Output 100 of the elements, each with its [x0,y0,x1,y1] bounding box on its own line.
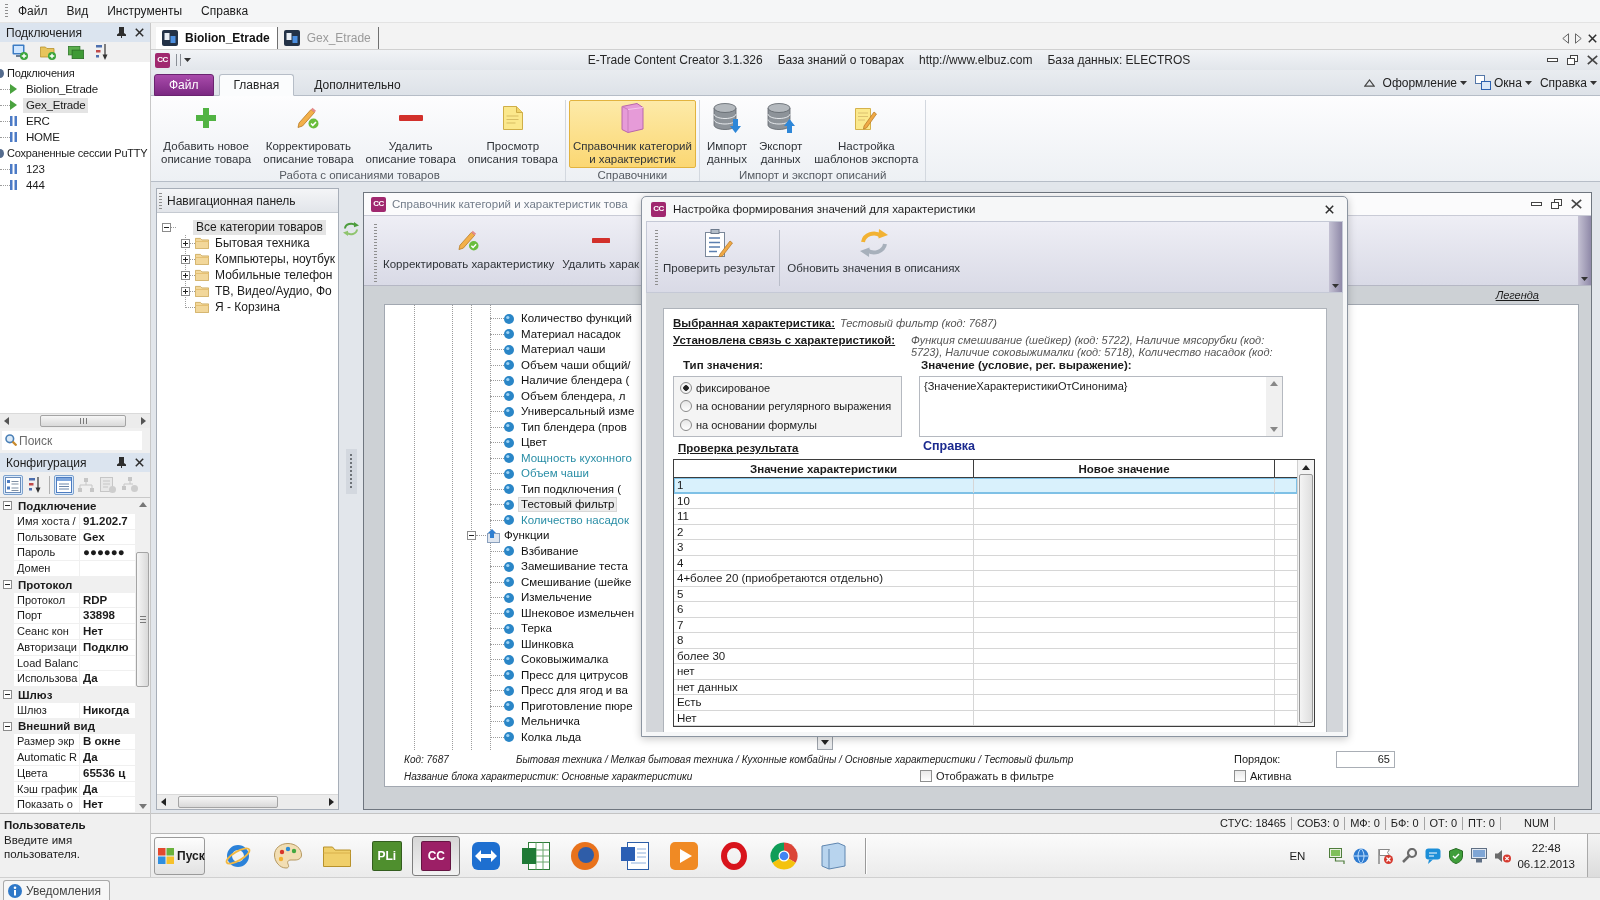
ribbon-button[interactable]: Настройка шаблонов экспорта [810,100,923,168]
refresh-icon[interactable] [343,222,359,236]
property-value[interactable]: 33898 [80,608,135,624]
tree-item[interactable]: Наличие блендера ( [518,373,633,389]
stacked-windows-icon[interactable] [68,45,84,59]
search-field[interactable]: Поиск [2,431,142,450]
scrollbar-thumb[interactable] [136,552,149,687]
tree-item[interactable]: Количество насадок [518,512,632,528]
table-row[interactable]: 3 [674,540,1297,556]
property-value[interactable]: RDP [80,592,135,608]
toolbar-button[interactable] [54,474,74,495]
scroll-right-icon[interactable] [329,798,334,806]
expand-icon[interactable] [181,238,190,248]
ribbon-button[interactable]: Корректировать описание товара [259,100,358,168]
checkbox[interactable] [920,770,932,782]
grip-handle[interactable] [159,192,162,209]
collapse-icon[interactable] [3,501,12,511]
tree-item[interactable]: Я - Корзина [212,299,284,315]
collapse-icon[interactable] [3,580,12,590]
collapse-icon[interactable] [467,531,476,541]
monitor-plus-icon[interactable] [12,44,28,60]
ribbon-button[interactable]: Экспорт данных [755,100,807,168]
table-row[interactable]: нет [674,664,1297,680]
tree-item[interactable]: Пресс для ягод и ва [518,683,631,699]
tree-item[interactable]: Материал чаши [518,342,609,358]
splitter-grip[interactable] [345,449,357,494]
tree-item[interactable]: Пресс для цитрусов [518,667,632,683]
property-value[interactable]: Нет [80,624,135,639]
scroll-up-icon[interactable] [1302,465,1310,470]
property-value[interactable]: Нет [80,797,135,813]
ribbon-button[interactable]: Справочник категорий и характеристик [568,100,696,168]
column-header[interactable]: Новое значение [974,460,1275,477]
tree-item[interactable]: Biolion_Etrade [23,81,101,97]
radio-button[interactable] [680,400,692,413]
folder-plus-icon[interactable] [40,44,56,60]
menu-item[interactable]: Инструменты [98,1,192,21]
scroll-left-icon[interactable] [4,417,9,425]
property-value[interactable]: ●●●●●● [80,545,135,561]
caret-icon[interactable] [1581,277,1588,281]
tree-item[interactable]: Компьютеры, ноутбук [212,251,338,267]
notifications-tab[interactable]: Уведомления [3,880,111,900]
scrollbar-thumb[interactable] [40,415,126,427]
ribbon-button[interactable]: Добавить новое описание товара [157,100,256,168]
tree-item[interactable]: Колка льда [518,729,585,745]
property-value[interactable]: В окне [80,734,135,750]
toolbar-button[interactable]: Корректировать характеристику [383,216,555,270]
minimize-icon[interactable] [1547,58,1558,62]
tree-item[interactable]: Материал насадок [518,326,624,342]
table-row[interactable]: 8 [674,633,1297,649]
scrollbar-thumb[interactable] [1299,474,1313,723]
vertical-scrollbar[interactable] [1297,460,1314,726]
collapse-icon[interactable] [3,690,12,700]
triangle-right-icon[interactable] [1575,32,1582,44]
caret-icon[interactable] [184,58,191,62]
horizontal-scrollbar[interactable] [157,794,338,809]
chat-icon[interactable] [1425,847,1442,864]
dropdown-menu[interactable]: Оформление [1382,75,1468,90]
property-value[interactable]: Никогда [80,702,135,718]
close-icon[interactable] [1587,55,1598,65]
tree-item[interactable]: Тип подключения ( [518,481,625,497]
close-icon[interactable] [135,28,144,37]
tree-item[interactable]: ERC [23,113,53,129]
expand-icon[interactable] [181,286,190,296]
toolbar-button[interactable]: Проверить результат [663,222,776,274]
table-row[interactable]: Есть [674,695,1297,711]
tree-item[interactable]: Мощность кухонного [518,450,635,466]
scroll-down-icon[interactable] [1270,427,1278,432]
collapse-icon[interactable] [3,721,12,731]
menu-item[interactable]: Файл [9,1,57,21]
property-value[interactable]: Подклю [80,639,135,655]
tree-item[interactable]: Шнековое измельчен [518,605,638,621]
speaker-muted-icon[interactable] [1495,848,1512,863]
collapse-icon[interactable] [162,222,171,232]
tree-item[interactable]: Количество функций [518,311,635,327]
tree-item[interactable]: Взбивание [518,543,582,559]
tree-group-label[interactable]: Функции [501,528,553,544]
tree-item[interactable]: 123 [23,161,48,177]
toolbar-button[interactable] [3,474,23,495]
tree-item[interactable]: Универсальный изме [518,404,638,420]
minimize-icon[interactable] [1531,202,1542,206]
tree-item[interactable]: Объем чаши общий/ [518,357,634,373]
tree-item[interactable]: Мельничка [518,714,583,730]
monitor-icon[interactable] [1471,848,1488,863]
close-icon[interactable] [1588,33,1597,43]
dropdown-menu[interactable]: Окна [1475,75,1532,90]
property-value[interactable]: Да [80,781,135,797]
network-icon[interactable] [1329,847,1346,864]
close-icon[interactable] [135,458,144,467]
close-icon[interactable] [1571,199,1582,209]
pin-icon[interactable] [117,457,126,468]
globe-icon[interactable] [1353,847,1370,864]
tree-item[interactable]: Сохраненные сессии PuTTY [4,145,150,161]
expand-icon[interactable] [181,270,190,280]
ribbon-tab[interactable]: Главная [218,74,295,96]
tree-item[interactable]: Смешивание (шейке [518,574,635,590]
table-row[interactable]: 6 [674,602,1297,618]
order-field[interactable]: 65 [1336,750,1395,768]
tree-item[interactable]: Объем блендера, л [518,388,629,404]
tree-item[interactable]: Gex_Etrade [23,97,89,113]
scroll-left-icon[interactable] [161,798,166,806]
